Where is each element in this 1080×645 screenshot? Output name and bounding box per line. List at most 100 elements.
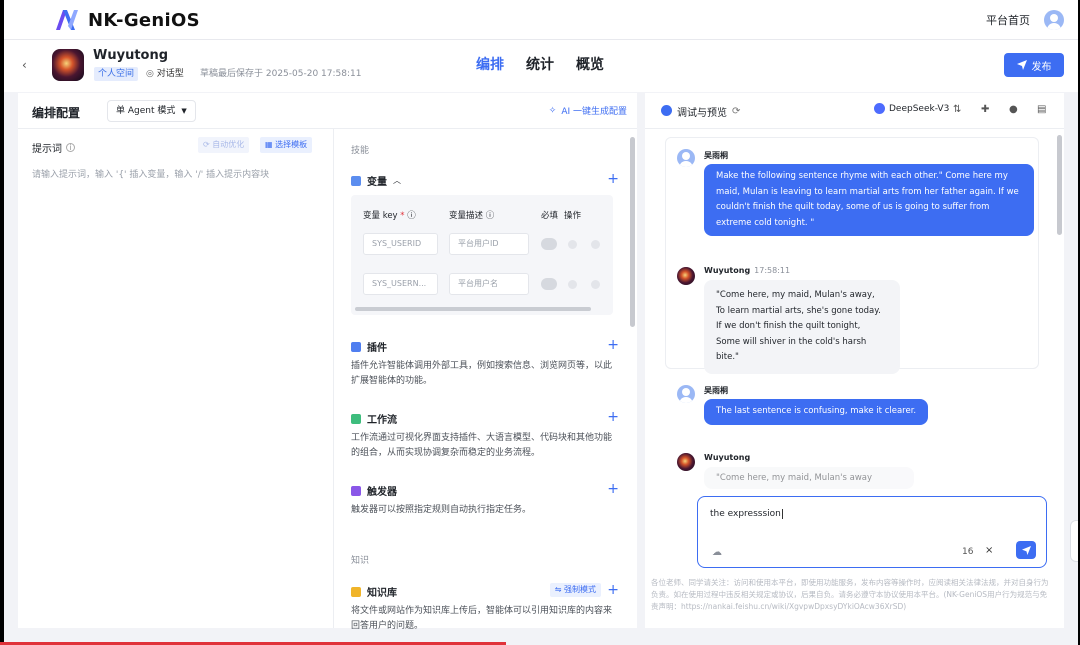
vertical-scrollbar[interactable] [630,137,635,327]
horizontal-scrollbar[interactable] [355,307,591,311]
plugins-title: 插件 [367,343,387,354]
add-trigger-button[interactable]: + [607,482,619,496]
chat-input[interactable]: the expresssion [710,509,783,519]
document-icon[interactable]: ▤ [1037,104,1046,115]
choose-template-button[interactable]: ▦ 选择模板 [260,137,313,153]
var-key-field[interactable]: SYS_USERID [363,233,438,255]
magic-wand-icon: ✧ [548,105,557,116]
trigger-header[interactable]: 触发器 [351,483,613,498]
message-sender: 吴雨桐 [704,151,728,160]
top-bar: NK-GeniOS 平台首页 [4,0,1078,40]
variables-header[interactable]: 变量 ︿ [351,173,613,188]
var-desc-field[interactable]: 平台用户ID [449,233,529,255]
user-message-bubble: The last sentence is confusing, make it … [704,399,929,425]
add-workflow-button[interactable]: + [607,410,619,424]
logo-mark-icon [56,10,78,30]
plugins-header[interactable]: 插件 [351,339,613,354]
bot-avatar [677,453,695,471]
prompt-column: 提示词 i ⟳ 自动优化 ▦ 选择模板 请输入提示词，输入 '{' 插入变量，输… [18,129,334,628]
choose-template-label: 选择模板 [275,140,308,149]
prompt-input[interactable]: 请输入提示词，输入 '{' 插入变量，输入 '/' 插入提示内容块 [32,167,269,180]
logo[interactable]: NK-GeniOS [54,8,200,32]
tab-overview[interactable]: 概览 [576,54,604,74]
send-button[interactable] [1016,541,1036,559]
plugin-icon [351,341,361,352]
var-key-field[interactable]: SYS_USERN... [363,273,438,295]
var-desc-field[interactable]: 平台用户名 [449,273,529,295]
debug-preview-title: 调试与预览 ⟳ [677,104,740,119]
add-plugin-button[interactable]: + [607,338,619,352]
prompt-label-text: 提示词 [32,144,62,155]
comment-icon[interactable]: ● [1009,104,1018,115]
type-tag-label: 对话型 [156,69,184,79]
knowledge-base-title: 知识库 [367,588,397,599]
chat-type-icon: ◎ [146,69,157,79]
bot-line: Some will shiver in the cold's harsh bit… [716,336,867,363]
plugins-description: 插件允许智能体调用外部工具，例如搜索信息、浏览网页等，以此扩展智能体的功能。 [351,361,613,386]
upload-icon[interactable]: ☁ [712,547,722,558]
force-mode-label: 强制模式 [564,585,596,594]
required-toggle[interactable] [541,238,557,250]
required-toggle[interactable] [541,278,557,290]
orchestration-panel: 编排配置 单 Agent 模式 ▼ ✧ AI 一键生成配置 提示词 i ⟳ 自动… [18,93,637,631]
knowledge-section-label: 知识 [351,556,370,566]
agent-name[interactable]: Wuyutong [93,48,168,63]
edit-icon[interactable] [568,240,577,249]
publish-label: 发布 [1031,61,1052,73]
clear-icon[interactable]: × [985,545,993,556]
template-icon: ▦ [265,140,276,149]
add-knowledge-button[interactable]: + [607,583,619,597]
publish-button[interactable]: 发布 [1004,53,1064,77]
auto-optimize-label: 自动优化 [212,140,245,149]
app-window: NK-GeniOS 平台首页 ‹ Wuyutong 个人空间 ◎ 对话型 草稿最… [4,0,1078,645]
force-mode-button[interactable]: ⇋ 强制模式 [549,583,601,597]
tab-orchestrate[interactable]: 编排 [476,54,504,74]
agent-header: ‹ Wuyutong 个人空间 ◎ 对话型 草稿最后保存于 2025-05-20… [4,40,1078,92]
workflow-header[interactable]: 工作流 [351,411,613,426]
auto-optimize-button[interactable]: ⟳ 自动优化 [198,137,250,153]
skills-column: 技能 变量 ︿ + 变量 key * ⓘ 变量描述 ⓘ 必填 操作 SYS_US… [335,129,637,631]
edit-icon[interactable] [568,280,577,289]
orchestration-header: 编排配置 单 Agent 模式 ▼ ✧ AI 一键生成配置 [18,93,637,129]
back-button[interactable]: ‹ [22,58,27,72]
bot-name: Wuyutong [704,266,751,275]
model-name: DeepSeek-V3 [889,103,950,114]
var-required-header: 必填 [541,211,559,221]
tab-statistics[interactable]: 统计 [526,54,554,74]
var-key-header-text: 变量 key [363,211,398,221]
add-variable-button[interactable]: + [607,172,619,186]
chat-scrollbar[interactable] [1057,135,1062,235]
agent-mode-select[interactable]: 单 Agent 模式 ▼ [107,100,196,122]
chat-input-box[interactable]: the expresssion ☁ 16 × [697,496,1047,568]
ai-generate-config-button[interactable]: ✧ AI 一键生成配置 [548,104,627,118]
chevron-up-icon: ︿ [393,176,401,185]
model-select[interactable]: DeepSeek-V3 [874,103,949,114]
send-icon [1016,60,1027,70]
character-count: 16 [962,547,974,557]
var-key-header: 变量 key * ⓘ [363,211,416,221]
debug-preview-panel: 调试与预览 ⟳ DeepSeek-V3 ⇅ ✚ ● ▤ 吴雨桐 Make the… [645,93,1064,628]
sparkle-icon: ⟳ [203,140,213,149]
logo-text: NK-GeniOS [88,9,200,31]
user-avatar[interactable] [1044,10,1064,30]
draft-saved-time: 草稿最后保存于 2025-05-20 17:58:11 [200,69,362,79]
delete-icon[interactable] [591,280,600,289]
delete-icon[interactable] [591,240,600,249]
chat-input-value: the expresssion [710,509,781,519]
side-drawer-handle[interactable] [1070,520,1078,562]
home-link[interactable]: 平台首页 [986,12,1030,28]
message-sender: Wuyutong 17:58:11 [704,266,790,275]
type-tag: ◎ 对话型 [146,67,184,81]
debug-preview-title-text: 调试与预览 [677,108,727,119]
puzzle-icon[interactable]: ✚ [981,104,989,115]
user-message-bubble: Make the following sentence rhyme with e… [704,164,1034,236]
bot-line: To learn martial arts, she's gone today. [716,305,881,316]
workflow-title: 工作流 [367,415,397,426]
var-desc-header-text: 变量描述 [449,211,484,221]
agent-avatar[interactable] [52,49,84,81]
refresh-icon[interactable]: ⟳ [732,106,740,117]
orchestration-title: 编排配置 [32,106,81,120]
model-settings-icon[interactable]: ⇅ [953,104,961,115]
variables-title: 变量 [367,177,387,188]
deepseek-logo-icon [874,103,885,114]
